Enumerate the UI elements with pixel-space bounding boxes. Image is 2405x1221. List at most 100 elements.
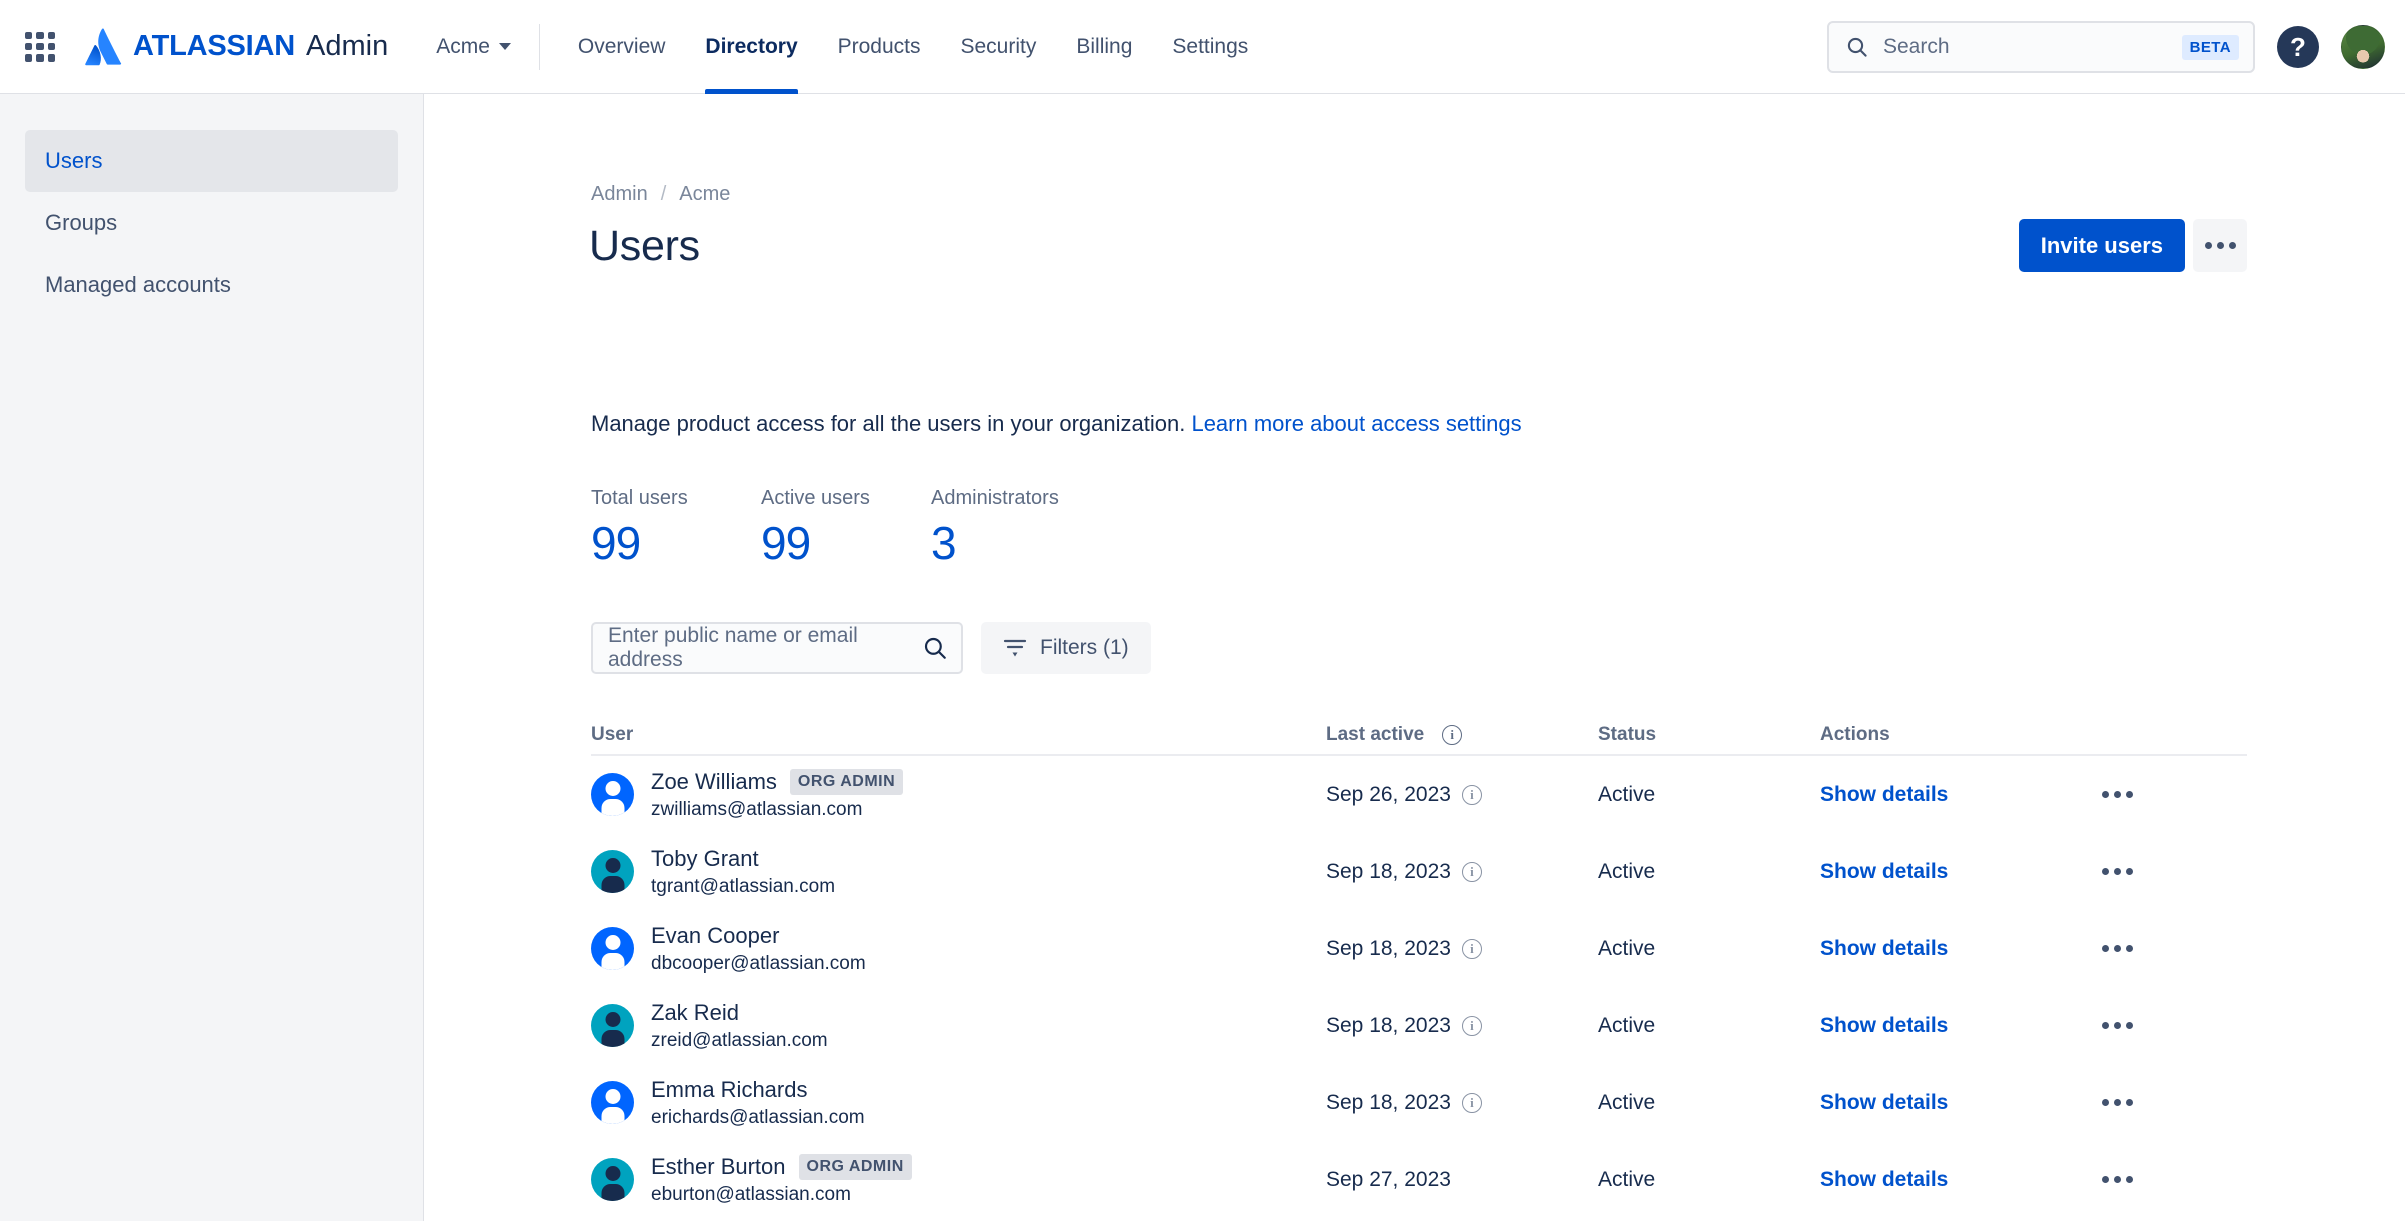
sidebar-item-users[interactable]: Users [25, 130, 398, 192]
filters-button[interactable]: Filters (1) [981, 622, 1151, 674]
cell-actions: Show details [1820, 1014, 2102, 1038]
primary-nav-tabs: Overview Directory Products Security Bil… [558, 0, 1268, 94]
show-details-link[interactable]: Show details [1820, 1014, 1948, 1038]
row-more-actions-button[interactable] [2102, 1022, 2133, 1029]
show-details-link[interactable]: Show details [1820, 783, 1948, 807]
show-details-link[interactable]: Show details [1820, 937, 1948, 961]
show-details-link[interactable]: Show details [1820, 1168, 1948, 1192]
stat-active-users: Active users 99 [761, 487, 931, 570]
user-name[interactable]: Emma Richards [651, 1077, 807, 1103]
user-name[interactable]: Zak Reid [651, 1000, 739, 1026]
chevron-down-icon [498, 43, 511, 50]
user-name[interactable]: Esther Burton [651, 1154, 786, 1180]
stat-administrators: Administrators 3 [931, 487, 1101, 570]
show-details-link[interactable]: Show details [1820, 860, 1948, 884]
info-icon[interactable]: i [1461, 938, 1482, 959]
cell-row-menu [2102, 1022, 2247, 1029]
org-selector[interactable]: Acme [436, 35, 511, 59]
main-content: Admin / Acme Users Invite users Manage p… [425, 94, 2405, 1221]
cell-user: Esther Burton ORG ADMIN eburton@atlassian.… [591, 1153, 1326, 1206]
info-icon[interactable]: i [1461, 861, 1482, 882]
tab-directory[interactable]: Directory [685, 0, 817, 94]
user-name[interactable]: Evan Cooper [651, 923, 779, 949]
sidebar-item-groups[interactable]: Groups [25, 192, 398, 254]
page-more-actions-button[interactable] [2193, 219, 2247, 272]
cell-actions: Show details [1820, 783, 2102, 807]
cell-last-active: Sep 18, 2023 i [1326, 1091, 1598, 1115]
stat-value: 99 [761, 517, 811, 569]
page-title: Users [589, 222, 700, 270]
cell-status: Active [1598, 1014, 1820, 1038]
breadcrumb-separator: / [660, 183, 667, 205]
column-header-spacer [2102, 746, 2247, 754]
user-email: zreid@atlassian.com [651, 1029, 828, 1051]
tab-products[interactable]: Products [818, 0, 941, 94]
filter-icon [1003, 639, 1027, 657]
table-body: Zoe Williams ORG ADMIN zwilliams@atlassian… [591, 756, 2247, 1218]
help-icon[interactable]: ? [2277, 26, 2319, 68]
breadcrumb-acme[interactable]: Acme [679, 183, 730, 206]
filters-button-label: Filters (1) [1040, 636, 1129, 659]
access-settings-link[interactable]: Learn more about access settings [1191, 411, 1521, 436]
cell-user: Zak Reid zreid@atlassian.com [591, 1000, 1326, 1052]
info-icon[interactable]: i [1461, 784, 1482, 805]
user-search-placeholder: Enter public name or email address [608, 624, 858, 671]
row-more-actions-button[interactable] [2102, 791, 2133, 798]
user-name[interactable]: Zoe Williams [651, 769, 777, 795]
global-search-input[interactable]: Search BETA [1827, 21, 2255, 73]
cell-status: Active [1598, 1091, 1820, 1115]
row-more-actions-button[interactable] [2102, 1099, 2133, 1106]
info-icon[interactable]: i [1461, 1092, 1482, 1113]
table-row: Emma Richards erichards@atlassian.com Sep … [591, 1064, 2247, 1141]
avatar [591, 1004, 634, 1047]
cell-last-active: Sep 27, 2023 [1326, 1168, 1598, 1192]
cell-actions: Show details [1820, 1168, 2102, 1192]
status-badge: Active [1598, 1013, 1656, 1037]
show-details-link[interactable]: Show details [1820, 1091, 1948, 1115]
table-row: Toby Grant tgrant@atlassian.com Sep 18, 20… [591, 833, 2247, 910]
org-selector-label: Acme [436, 34, 490, 58]
profile-avatar[interactable] [2341, 25, 2385, 69]
column-header-actions: Actions [1820, 724, 1890, 745]
invite-users-button[interactable]: Invite users [2018, 219, 2185, 272]
tab-security[interactable]: Security [941, 0, 1057, 94]
row-more-actions-button[interactable] [2102, 945, 2133, 952]
last-active-date: Sep 18, 2023 [1326, 1013, 1451, 1037]
page-description-text: Manage product access for all the users … [591, 411, 1186, 436]
user-email: zwilliams@atlassian.com [651, 798, 863, 820]
tab-settings[interactable]: Settings [1152, 0, 1268, 94]
user-email: eburton@atlassian.com [651, 1183, 851, 1205]
row-more-actions-button[interactable] [2102, 868, 2133, 875]
app-switcher-icon[interactable] [22, 29, 58, 65]
status-badge: Active [1598, 1167, 1656, 1191]
tab-overview[interactable]: Overview [558, 0, 686, 94]
org-admin-badge: ORG ADMIN [789, 768, 904, 795]
cell-user: Zoe Williams ORG ADMIN zwilliams@atlassian… [591, 768, 1326, 821]
table-row: Zak Reid zreid@atlassian.com Sep 18, 2023 i… [591, 987, 2247, 1064]
page-description: Manage product access for all the users … [591, 411, 1522, 437]
column-header-user: User [591, 724, 634, 745]
last-active-date: Sep 26, 2023 [1326, 782, 1451, 806]
cell-actions: Show details [1820, 1091, 2102, 1115]
cell-last-active: Sep 18, 2023 i [1326, 937, 1598, 961]
tab-billing[interactable]: Billing [1056, 0, 1152, 94]
breadcrumb-admin[interactable]: Admin [591, 183, 648, 206]
user-search-input[interactable]: Enter public name or email address [591, 622, 963, 674]
cell-row-menu [2102, 1099, 2247, 1106]
row-more-actions-button[interactable] [2102, 1176, 2133, 1183]
nav-divider [538, 23, 540, 70]
sidebar-item-managed-accounts[interactable]: Managed accounts [25, 254, 398, 316]
cell-status: Active [1598, 937, 1820, 961]
table-row: Evan Cooper dbcooper@atlassian.com Sep 18,… [591, 910, 2247, 987]
top-nav-right-cluster: Search BETA ? [1827, 0, 2385, 94]
info-icon[interactable]: i [1442, 725, 1463, 745]
stat-label: Administrators [931, 487, 1059, 509]
user-name[interactable]: Toby Grant [651, 846, 759, 872]
status-badge: Active [1598, 936, 1656, 960]
search-icon [1847, 37, 1867, 57]
info-icon[interactable]: i [1461, 1015, 1482, 1036]
table-toolbar: Enter public name or email address Filte… [591, 622, 1151, 674]
atlassian-admin-logo[interactable]: ATLASSIAN Admin [84, 27, 388, 66]
status-badge: Active [1598, 1090, 1656, 1114]
cell-last-active: Sep 26, 2023 i [1326, 783, 1598, 807]
